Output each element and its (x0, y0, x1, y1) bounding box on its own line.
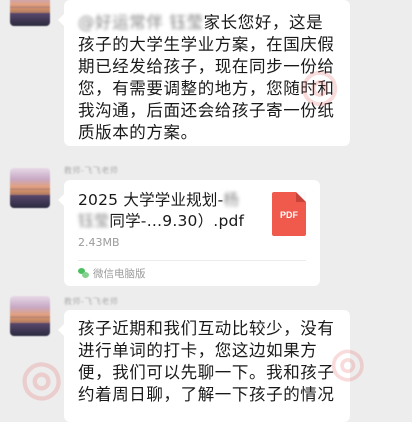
watermark: ◎ (15, 348, 67, 409)
file-size: 2.43MB (78, 236, 120, 249)
file-source-label: 微信电脑版 (93, 267, 146, 280)
message-body: 家长您好，这是孩子的大学生学业方案，在国庆假期已经发给孩子，现在同步一份给您，有… (78, 13, 335, 142)
avatar[interactable] (10, 296, 50, 336)
sender-name: 教师-飞飞老师 (64, 166, 119, 175)
pdf-file-icon: PDF (272, 192, 306, 236)
file-name: 2025 大学学业规划-杨 钰莹同学-…9.30）.pdf (78, 191, 245, 230)
message-bubble-1[interactable]: @好运常伴 钰莹家长您好，这是孩子的大学生学业方案，在国庆假期已经发给孩子，现在… (58, 0, 350, 146)
avatar[interactable] (10, 0, 50, 26)
message-text: @好运常伴 钰莹家长您好，这是孩子的大学生学业方案，在国庆假期已经发给孩子，现在… (78, 12, 340, 144)
sender-name: 教师-飞飞老师 (64, 297, 119, 306)
card-divider (78, 260, 306, 261)
pdf-icon-label: PDF (280, 210, 298, 220)
mention-tag: @好运常伴 钰莹 (78, 13, 204, 32)
avatar[interactable] (10, 168, 50, 208)
message-bubble-3[interactable]: 孩子近期和我们互动比较少，没有进行单词的打卡，您这边如果方便，我们可以先聊一下。… (58, 310, 350, 422)
file-source: 微信电脑版 (78, 265, 146, 281)
message-text: 孩子近期和我们互动比较少，没有进行单词的打卡，您这边如果方便，我们可以先聊一下。… (78, 319, 335, 404)
wechat-icon (78, 267, 89, 279)
file-card[interactable]: 2025 大学学业规划-杨 钰莹同学-…9.30）.pdf 2.43MB PDF … (58, 180, 320, 286)
